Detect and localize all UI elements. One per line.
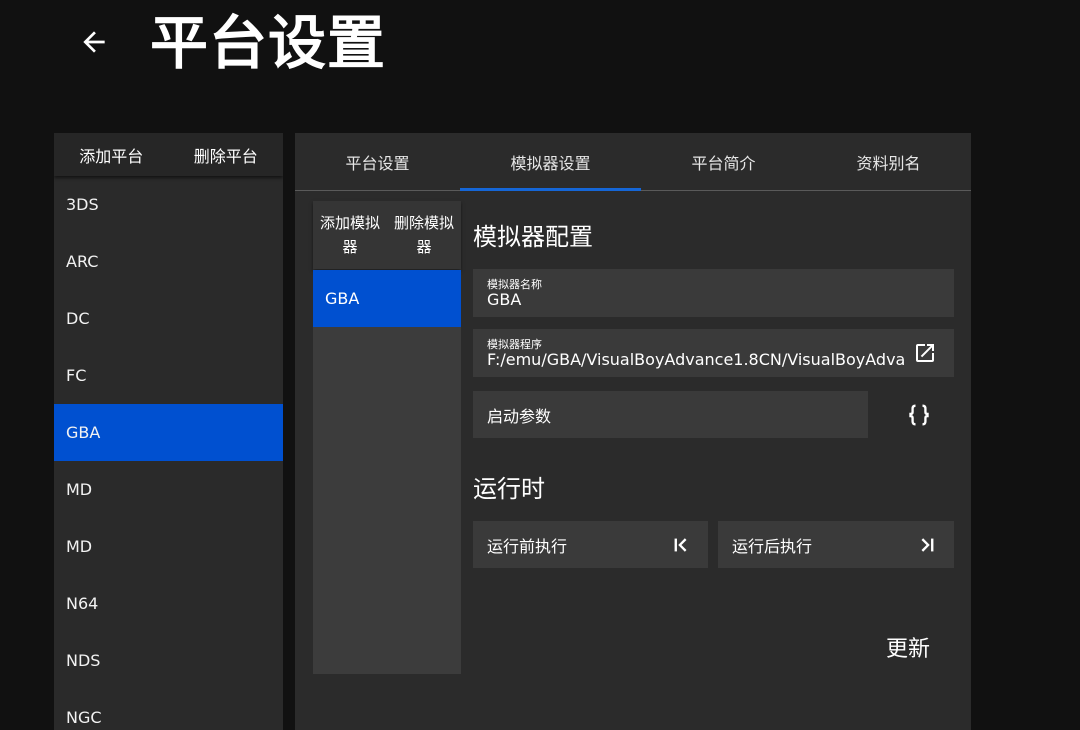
launch-args-field[interactable]: 启动参数 <box>473 391 868 438</box>
curly-braces-icon <box>909 404 929 426</box>
emulator-name-value: GBA <box>487 290 522 309</box>
platform-item-arc[interactable]: ARC <box>54 233 283 290</box>
tab-alias[interactable]: 资料别名 <box>806 133 971 190</box>
runtime-title: 运行时 <box>473 475 545 503</box>
emulator-config-title: 模拟器配置 <box>473 223 593 251</box>
emulator-program-value: F:/emu/GBA/VisualBoyAdvance1.8CN/VisualB… <box>487 350 905 369</box>
platform-item-fc[interactable]: FC <box>54 347 283 404</box>
back-button[interactable] <box>74 22 114 62</box>
platform-toolbar: 添加平台 删除平台 <box>54 133 283 176</box>
platform-item-md[interactable]: MD <box>54 461 283 518</box>
launch-args-button[interactable] <box>903 399 935 431</box>
add-platform-button[interactable]: 添加平台 <box>54 133 169 176</box>
platform-list: 3DS ARC DC FC GBA MD MD N64 NDS NGC <box>54 176 283 730</box>
update-button[interactable]: 更新 <box>886 631 930 663</box>
emulator-item-gba[interactable]: GBA <box>313 270 461 327</box>
tab-platform-intro[interactable]: 平台简介 <box>641 133 806 190</box>
platform-item-md[interactable]: MD <box>54 518 283 575</box>
emulator-toolbar: 添加模拟器 删除模拟器 <box>313 201 461 269</box>
platform-item-dc[interactable]: DC <box>54 290 283 347</box>
emulator-list: GBA <box>313 270 461 327</box>
run-after-button[interactable]: 运行后执行 <box>718 521 954 568</box>
tab-platform-settings[interactable]: 平台设置 <box>295 133 460 190</box>
emulator-program-field[interactable]: 模拟器程序 F:/emu/GBA/VisualBoyAdvance1.8CN/V… <box>473 329 954 377</box>
run-before-button[interactable]: 运行前执行 <box>473 521 708 568</box>
add-emulator-button[interactable]: 添加模拟器 <box>313 201 387 269</box>
platform-item-nds[interactable]: NDS <box>54 632 283 689</box>
platform-item-gba[interactable]: GBA <box>54 404 283 461</box>
page-title: 平台设置 <box>150 9 387 77</box>
run-before-label: 运行前执行 <box>487 536 568 556</box>
platform-item-3ds[interactable]: 3DS <box>54 176 283 233</box>
platform-item-ngc[interactable]: NGC <box>54 689 283 730</box>
arrow-left-icon <box>83 31 105 53</box>
emulator-name-field[interactable]: 模拟器名称 GBA <box>473 269 954 317</box>
platform-item-n64[interactable]: N64 <box>54 575 283 632</box>
run-after-label: 运行后执行 <box>732 536 813 556</box>
header: 平台设置 <box>0 0 1080 90</box>
skip-previous-icon <box>674 538 687 552</box>
delete-platform-button[interactable]: 删除平台 <box>169 133 284 176</box>
platform-panel: 添加平台 删除平台 3DS ARC DC FC GBA MD MD N64 NDS NGC <box>54 133 283 730</box>
emulator-panel: 添加模拟器 删除模拟器 GBA <box>313 201 461 674</box>
skip-next-icon <box>921 538 934 552</box>
tab-bar: 平台设置 模拟器设置 平台简介 资料别名 <box>295 133 971 191</box>
delete-emulator-button[interactable]: 删除模拟器 <box>387 201 461 269</box>
open-external-icon <box>916 344 934 362</box>
open-external-button[interactable] <box>911 339 939 367</box>
tab-emulator-settings[interactable]: 模拟器设置 <box>460 133 641 191</box>
main-panel: 平台设置 模拟器设置 平台简介 资料别名 添加模拟器 删除模拟器 GBA 模拟器… <box>295 133 971 730</box>
